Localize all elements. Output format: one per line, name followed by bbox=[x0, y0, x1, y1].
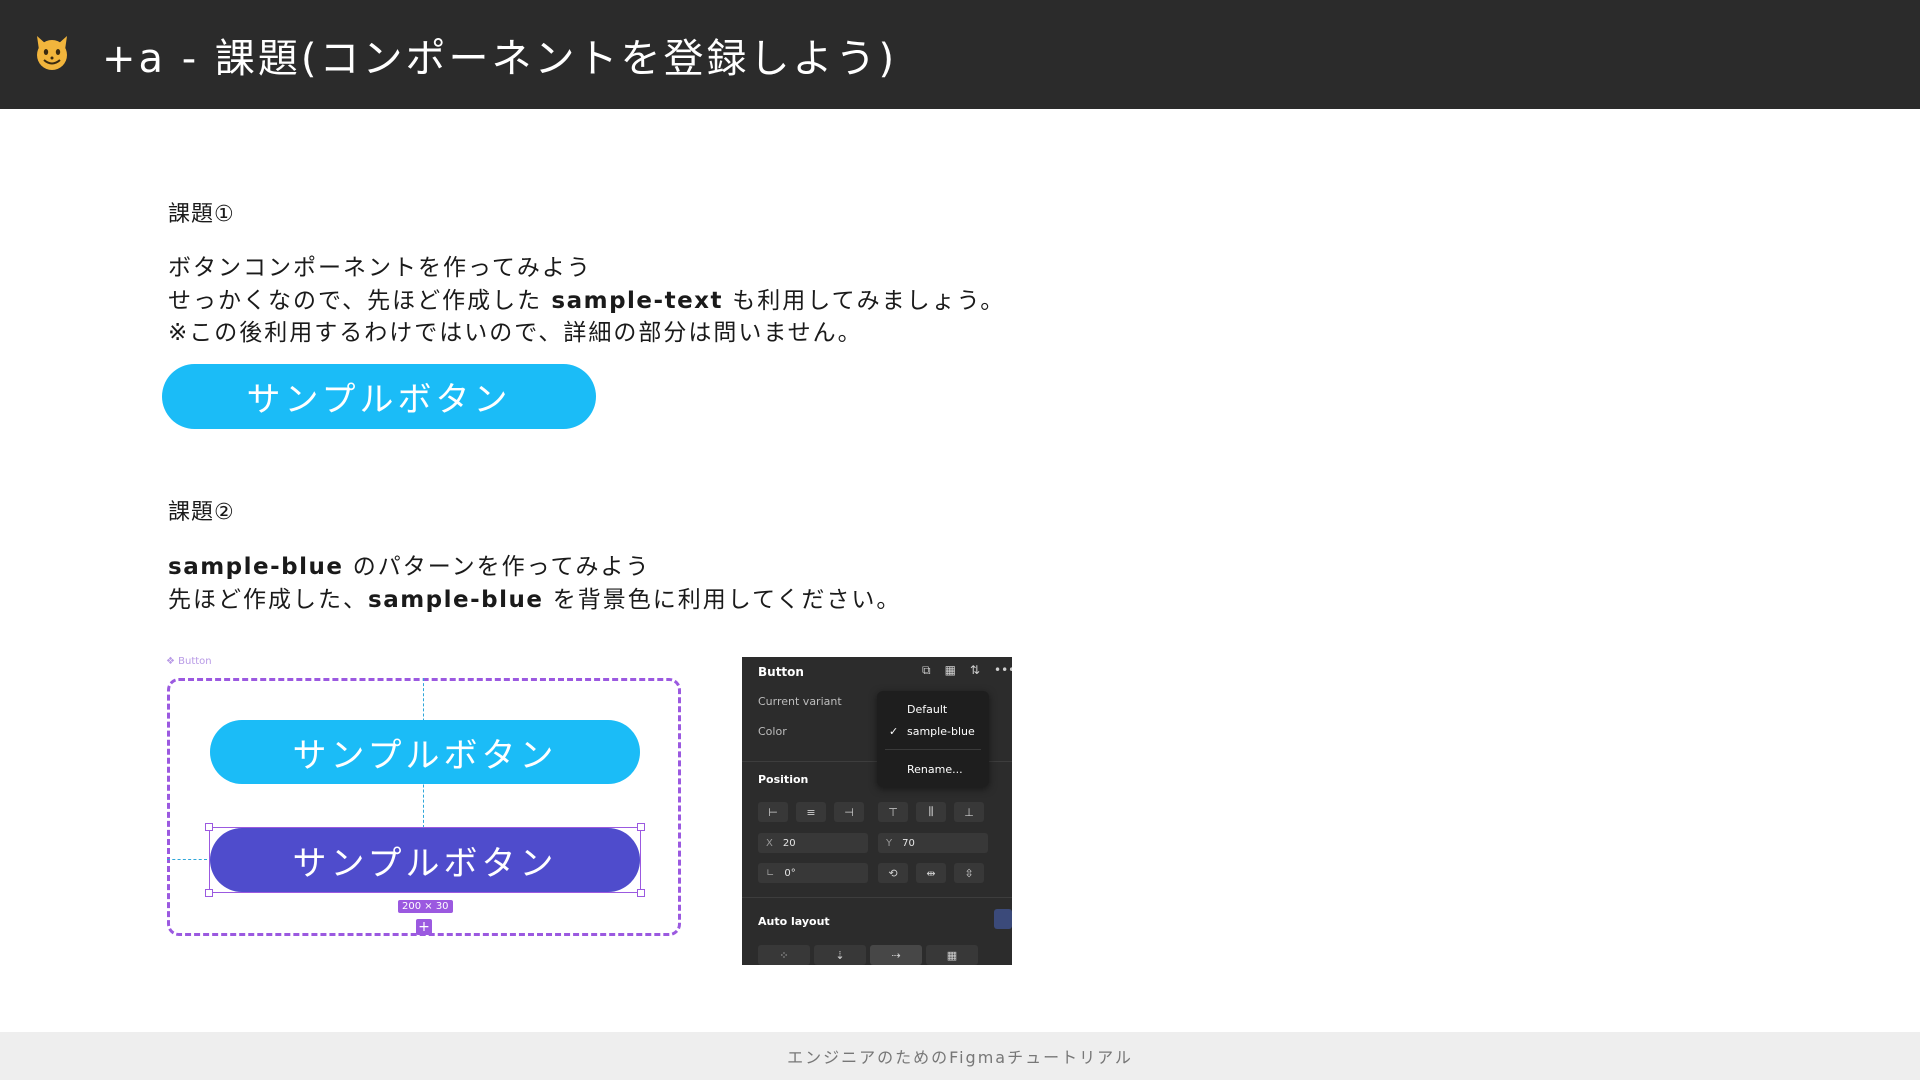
dropdown-option-rename[interactable]: Rename... bbox=[907, 763, 963, 776]
panel-divider bbox=[742, 897, 1012, 898]
task1-label: 課題① bbox=[168, 202, 235, 227]
slide-title: +a - 課題(コンポーネントを登録しよう) bbox=[102, 36, 898, 82]
rotate-icon[interactable]: ⟲ bbox=[878, 863, 908, 883]
component-icon[interactable]: ⧉ bbox=[922, 663, 931, 678]
layout-free-icon[interactable]: ⁘ bbox=[758, 945, 810, 965]
component-set-label: ❖ Button bbox=[166, 656, 212, 667]
align-top-icon[interactable]: ⊤ bbox=[878, 802, 908, 822]
component-set-frame bbox=[167, 678, 681, 936]
align-left-icon[interactable]: ⊢ bbox=[758, 802, 788, 822]
size-badge: 200 × 30 bbox=[398, 900, 453, 913]
slide-footer: エンジニアのためのFigmaチュートリアル bbox=[0, 1032, 1920, 1080]
left-guide-line bbox=[167, 859, 207, 860]
grid-icon[interactable]: ▦ bbox=[945, 663, 956, 678]
rotation-field[interactable]: ∟ 0° bbox=[758, 863, 868, 883]
flip-horizontal-icon[interactable]: ⇹ bbox=[916, 863, 946, 883]
color-label: Color bbox=[758, 725, 787, 738]
figma-properties-panel: Button ⧉ ▦ ⇅ ••• Current variant Color P… bbox=[742, 657, 1012, 965]
position-section-title: Position bbox=[758, 773, 809, 786]
x-position-field[interactable]: X 20 bbox=[758, 833, 868, 853]
dropdown-option-sample-blue[interactable]: sample-blue bbox=[907, 725, 975, 738]
panel-toolbar: ⧉ ▦ ⇅ ••• bbox=[922, 663, 1012, 678]
check-icon: ✓ bbox=[889, 725, 899, 738]
task2-line1: sample-blue のパターンを作ってみよう bbox=[168, 554, 651, 580]
dropdown-separator bbox=[885, 749, 981, 750]
auto-layout-section-title: Auto layout bbox=[758, 915, 830, 928]
dropdown-option-default[interactable]: Default bbox=[907, 703, 947, 716]
align-right-icon[interactable]: ⊣ bbox=[834, 802, 864, 822]
cat-face-icon bbox=[37, 36, 67, 70]
current-variant-label: Current variant bbox=[758, 695, 842, 708]
resize-handle[interactable] bbox=[205, 823, 213, 831]
layout-horizontal-icon[interactable]: ⇢ bbox=[870, 945, 922, 965]
variant-default-button[interactable]: サンプルボタン bbox=[210, 720, 640, 784]
task1-line3: ※この後利用するわけではいので、詳細の部分は問いません。 bbox=[168, 320, 863, 346]
task1-line1: ボタンコンポーネントを作ってみよう bbox=[168, 255, 592, 281]
task2-line2: 先ほど作成した、sample-blue を背景色に利用してください。 bbox=[168, 587, 902, 613]
more-icon[interactable]: ••• bbox=[994, 663, 1012, 678]
resize-handle[interactable] bbox=[637, 889, 645, 897]
align-bottom-icon[interactable]: ⊥ bbox=[954, 802, 984, 822]
flip-vertical-icon[interactable]: ⇳ bbox=[954, 863, 984, 883]
adjust-icon[interactable]: ⇅ bbox=[970, 663, 980, 678]
resize-handle[interactable] bbox=[205, 889, 213, 897]
panel-title: Button bbox=[758, 665, 804, 679]
align-center-h-icon[interactable]: ≡ bbox=[796, 802, 826, 822]
align-middle-v-icon[interactable]: ⫼ bbox=[916, 802, 946, 822]
resize-handle[interactable] bbox=[637, 823, 645, 831]
add-variant-icon[interactable]: + bbox=[416, 919, 432, 935]
slide-header: +a - 課題(コンポーネントを登録しよう) bbox=[0, 0, 1920, 109]
selection-outline bbox=[209, 827, 641, 893]
y-position-field[interactable]: Y 70 bbox=[878, 833, 988, 853]
task2-label: 課題② bbox=[168, 500, 235, 525]
layout-grid-icon[interactable]: ▦ bbox=[926, 945, 978, 965]
figma-canvas-screenshot: ❖ Button サンプルボタン サンプルボタン 200 × 30 + bbox=[160, 656, 690, 946]
layout-vertical-icon[interactable]: ⇣ bbox=[814, 945, 866, 965]
sample-button[interactable]: サンプルボタン bbox=[162, 364, 596, 429]
auto-layout-toggle[interactable] bbox=[994, 909, 1012, 929]
task1-line2: せっかくなので、先ほど作成した sample-text も利用してみましょう。 bbox=[168, 288, 1006, 314]
variant-dropdown-menu: Default ✓ sample-blue Rename... bbox=[877, 691, 989, 787]
